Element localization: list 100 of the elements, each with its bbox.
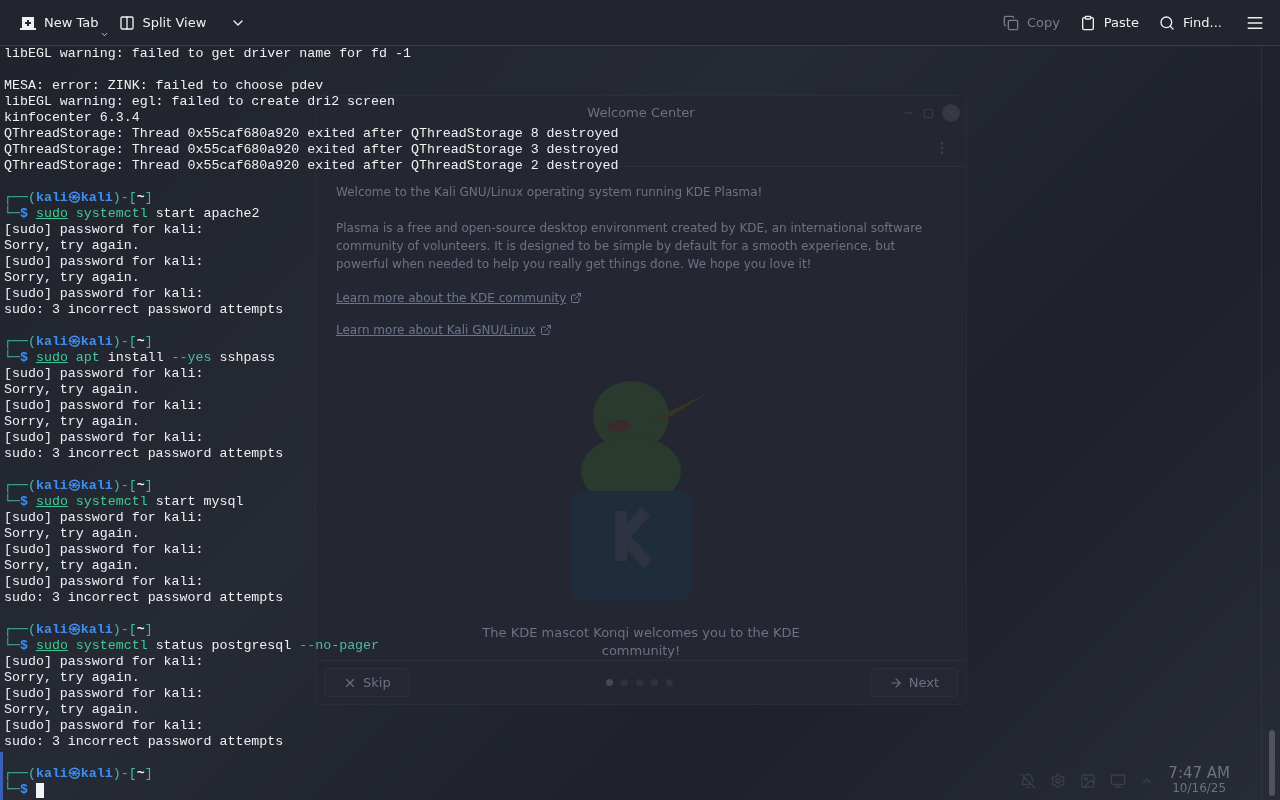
terminal-text: Sorry, try again. bbox=[4, 270, 140, 286]
frame-text: )-[ bbox=[112, 334, 137, 350]
sudo-text: sudo bbox=[35, 638, 68, 654]
clock-time[interactable]: 7:47 AM bbox=[1168, 766, 1230, 781]
terminal-text: sudo: 3 incorrect password attempts bbox=[4, 734, 284, 750]
terminal-text: [sudo] password for kali: bbox=[4, 510, 204, 526]
terminal-text: libEGL warning: egl: failed to create dri2 screen bbox=[4, 94, 395, 110]
copy-icon bbox=[1002, 14, 1019, 31]
frame-text: └─ bbox=[4, 782, 20, 798]
dir-text: ~ bbox=[136, 334, 145, 350]
terminal-text: Sorry, try again. bbox=[4, 670, 140, 686]
monitor-icon[interactable] bbox=[1110, 773, 1127, 789]
skip-button[interactable]: Skip bbox=[324, 668, 410, 698]
frame-text: ┌──( bbox=[4, 766, 36, 782]
terminal-text: Sorry, try again. bbox=[4, 414, 140, 430]
terminal-text: start mysql bbox=[154, 494, 244, 510]
dir-text: ~ bbox=[136, 622, 145, 638]
terminal-text: Sorry, try again. bbox=[4, 558, 140, 574]
cmd-text: systemctl bbox=[74, 494, 148, 510]
terminal-text: [sudo] password for kali: bbox=[4, 542, 204, 558]
terminal-text: [sudo] password for kali: bbox=[4, 654, 204, 670]
user-text: kali㉿kali bbox=[35, 190, 113, 206]
cmd-text: apt bbox=[74, 350, 100, 366]
terminal-text: [sudo] password for kali: bbox=[4, 286, 204, 302]
user-text: kali㉿kali bbox=[35, 334, 113, 350]
frame-text: ┌──( bbox=[4, 622, 36, 638]
mascot-caption: The KDE mascot Konqi welcomes you to the KDE community! bbox=[481, 624, 801, 661]
terminal-text: [sudo] password for kali: bbox=[4, 254, 204, 270]
welcome-text: Plasma is a free and open-source desktop environment created by KDE, an international software community of volunteers. It is designed to be simple by default for a smooth experience, but powerful when needed to help you really get things done. We hope you love it! bbox=[336, 220, 924, 274]
frame-text: )-[ bbox=[112, 478, 137, 494]
dir-text: ~ bbox=[136, 766, 145, 782]
terminal-text: status postgresql bbox=[154, 638, 293, 654]
terminal-text: sudo: 3 incorrect password attempts bbox=[4, 302, 284, 318]
dir-text: ~ bbox=[136, 478, 145, 494]
search-icon bbox=[1158, 14, 1175, 31]
arrow-right-icon bbox=[888, 675, 903, 690]
user-text: kali㉿kali bbox=[35, 622, 113, 638]
terminal-text: sudo: 3 incorrect password attempts bbox=[4, 446, 284, 462]
user-text: $ bbox=[19, 638, 29, 654]
terminal-text: sudo: 3 incorrect password attempts bbox=[4, 590, 284, 606]
frame-text: └─ bbox=[4, 494, 20, 510]
user-text: kali㉿kali bbox=[35, 478, 113, 494]
frame-text: ┌──( bbox=[4, 334, 36, 350]
frame-text: ] bbox=[144, 478, 153, 494]
frame-text: )-[ bbox=[112, 766, 137, 782]
option-text: --no-pager bbox=[299, 638, 380, 654]
sudo-text: sudo bbox=[35, 350, 68, 366]
split-view-icon bbox=[118, 14, 135, 31]
user-text: $ bbox=[19, 494, 29, 510]
frame-text: )-[ bbox=[112, 190, 137, 206]
frame-text: └─ bbox=[4, 638, 20, 654]
paste-button[interactable]: Paste bbox=[1071, 6, 1147, 39]
frame-text: ] bbox=[144, 334, 153, 350]
terminal-text: install bbox=[106, 350, 165, 366]
learn-more-link[interactable]: Learn more about Kali GNU/Linux bbox=[336, 323, 552, 338]
frame-text: ┌──( bbox=[4, 478, 36, 494]
user-text: $ bbox=[19, 782, 28, 798]
frame-text: └─ bbox=[4, 350, 20, 366]
gear-icon[interactable] bbox=[1050, 773, 1067, 789]
cmd-text: systemctl bbox=[74, 638, 148, 654]
frame-text: ] bbox=[144, 766, 153, 782]
user-text: $ bbox=[19, 206, 29, 222]
image-icon[interactable] bbox=[1080, 773, 1097, 789]
terminal-text: QThreadStorage: Thread 0x55caf680a920 exited after QThreadStorage 8 destroyed bbox=[4, 126, 619, 142]
scrollbar-thumb[interactable] bbox=[1269, 730, 1275, 796]
page-dot[interactable] bbox=[606, 679, 614, 687]
sudo-text: sudo bbox=[35, 494, 68, 510]
next-button[interactable]: Next bbox=[869, 668, 958, 698]
new-tab-button[interactable]: New Tab bbox=[12, 6, 107, 39]
bell-off-icon[interactable] bbox=[1020, 773, 1037, 789]
clipboard-icon bbox=[1079, 14, 1096, 31]
terminal-text: [sudo] password for kali: bbox=[4, 574, 204, 590]
external-link-icon bbox=[570, 292, 583, 305]
user-text: kali㉿kali bbox=[35, 766, 113, 782]
user-text: $ bbox=[19, 350, 29, 366]
terminal-text: QThreadStorage: Thread 0x55caf680a920 exited after QThreadStorage 3 destroyed bbox=[4, 142, 619, 158]
split-view-button[interactable]: Split View bbox=[110, 6, 215, 39]
terminal-text: Sorry, try again. bbox=[4, 382, 140, 398]
maximize-icon[interactable] bbox=[923, 107, 934, 119]
terminal-text: start apache2 bbox=[154, 206, 260, 222]
frame-text: )-[ bbox=[112, 622, 137, 638]
terminal-text: [sudo] password for kali: bbox=[4, 398, 204, 414]
terminal-text: [sudo] password for kali: bbox=[4, 222, 204, 238]
clock-date[interactable]: 10/16/25 bbox=[1172, 781, 1227, 796]
learn-more-link[interactable]: Learn more about the KDE community bbox=[336, 291, 583, 306]
terminal-text: Sorry, try again. bbox=[4, 238, 140, 254]
close-button[interactable] bbox=[942, 104, 960, 122]
find-button[interactable]: Find... bbox=[1150, 6, 1230, 39]
frame-text: ] bbox=[144, 190, 153, 206]
text-cursor bbox=[35, 782, 44, 798]
frame-text: ┌──( bbox=[4, 190, 36, 206]
terminal-text: [sudo] password for kali: bbox=[4, 366, 204, 382]
window-title: Welcome Center bbox=[587, 105, 695, 121]
terminal-text: libEGL warning: failed to get driver name for fd -1 bbox=[4, 46, 411, 62]
terminal-text: [sudo] password for kali: bbox=[4, 718, 204, 734]
dir-text: ~ bbox=[136, 190, 145, 206]
sudo-text: sudo bbox=[35, 206, 68, 222]
frame-text: ] bbox=[144, 622, 153, 638]
terminal-text: sshpass bbox=[218, 350, 276, 366]
welcome-text: Welcome to the Kali GNU/Linux operating system running KDE Plasma! bbox=[336, 184, 764, 202]
